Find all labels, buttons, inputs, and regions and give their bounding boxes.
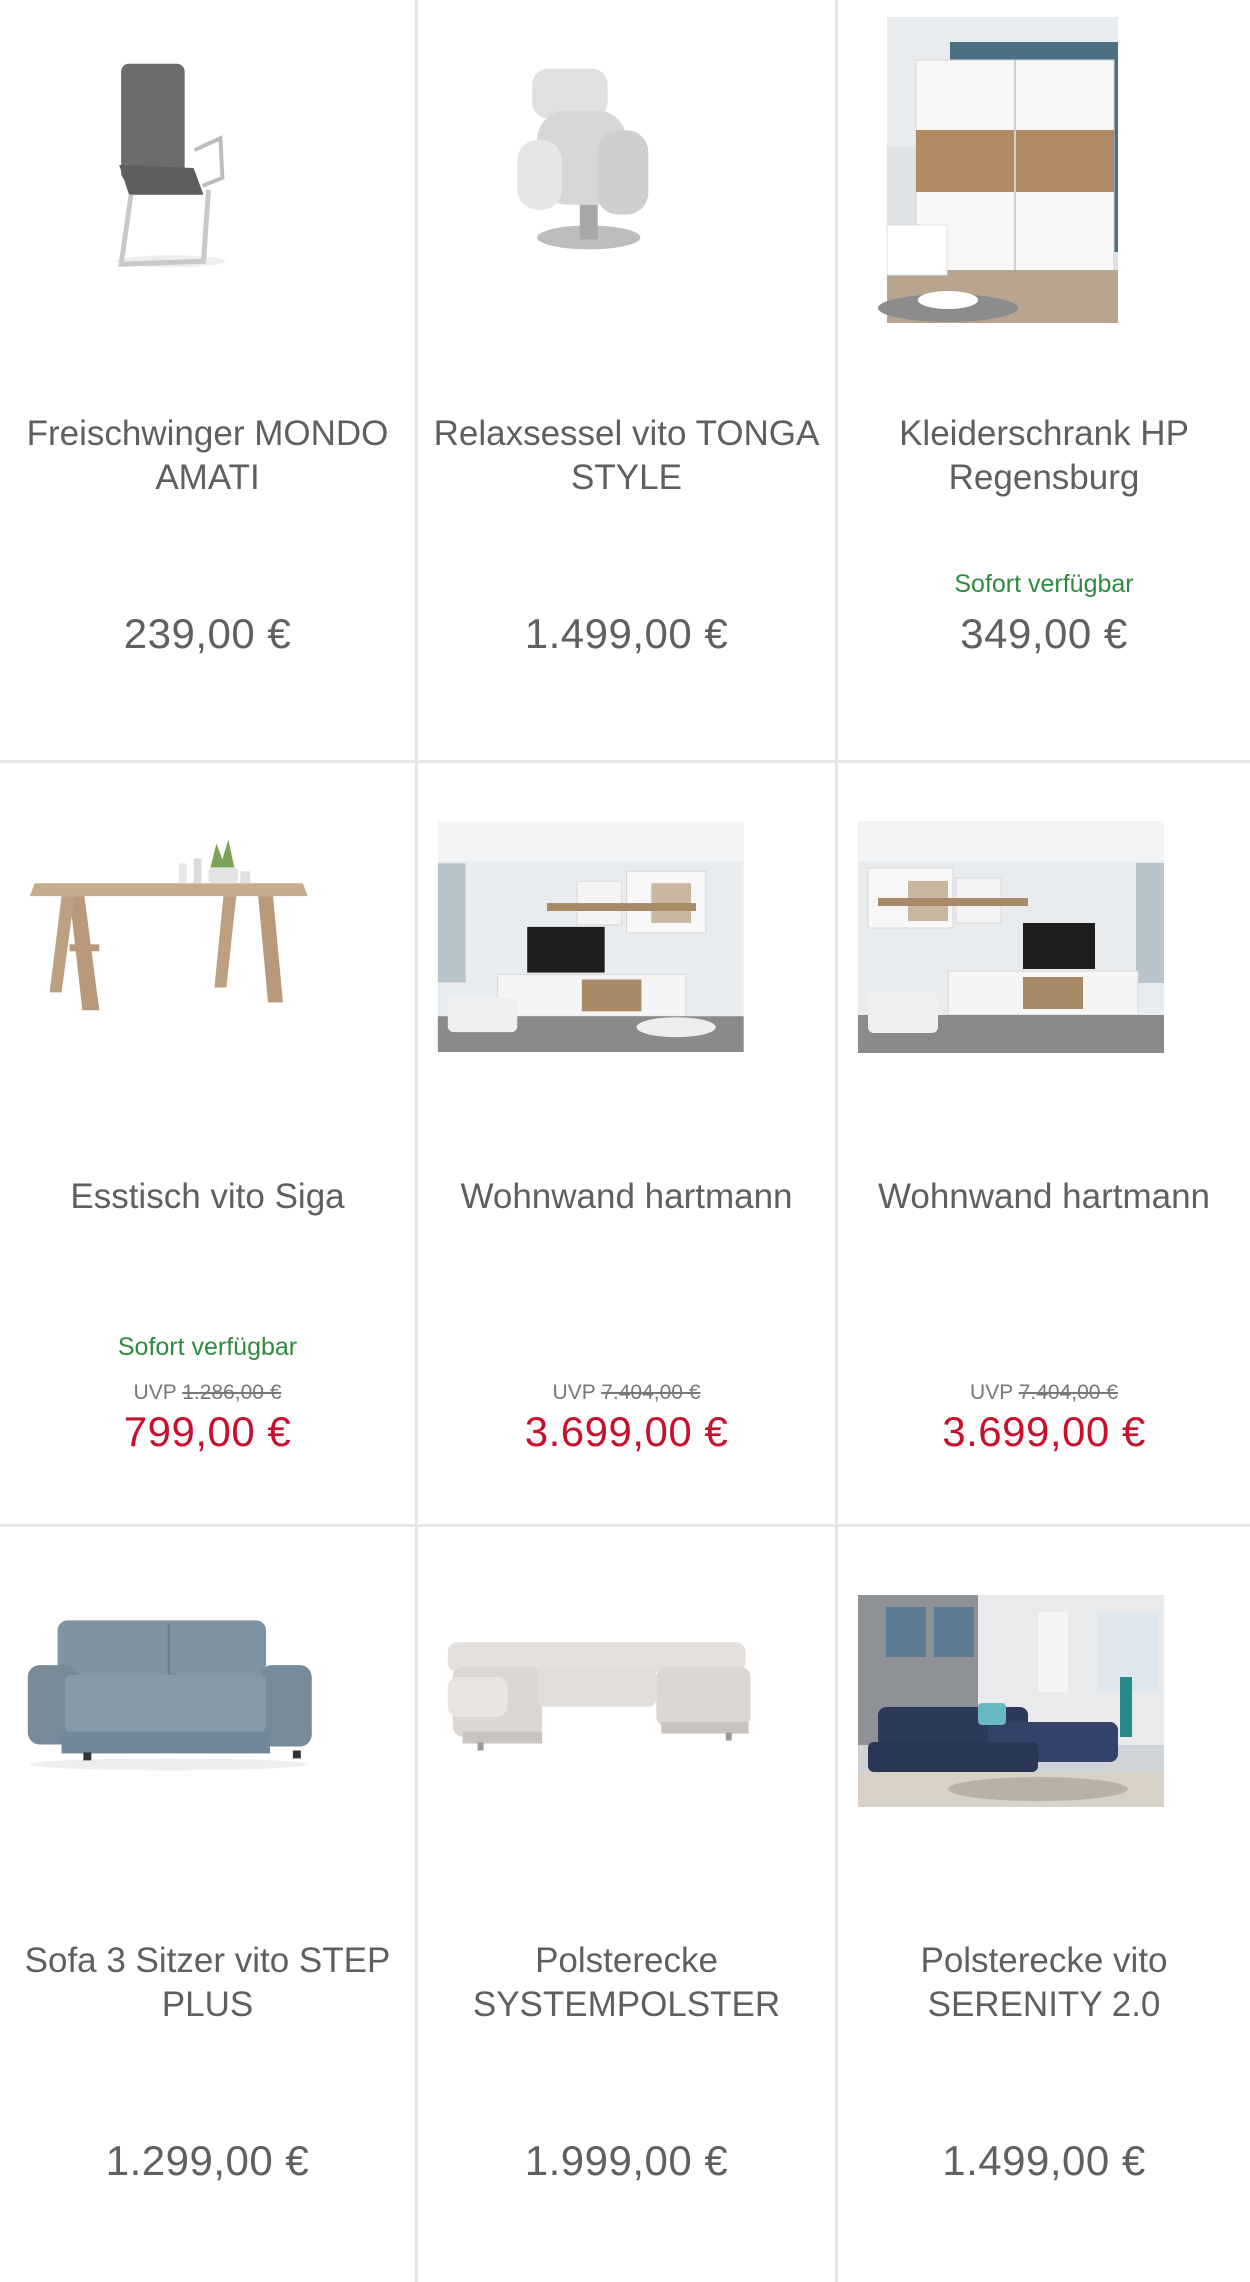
uvp-old-price: 7.404,00 € <box>601 1381 701 1404</box>
product-card[interactable]: Polsterecke vito SERENITY 2.0 1.499,00 € <box>838 1527 1250 2282</box>
product-name[interactable]: Polsterecke vito SERENITY 2.0 <box>848 1939 1240 2027</box>
cantilever-chair-image <box>116 63 226 268</box>
dining-table-image <box>29 839 308 1011</box>
product-price: 1.499,00 € <box>524 610 729 657</box>
product-image[interactable] <box>418 0 835 380</box>
uvp-price: UVP 7.404,00 € <box>418 1381 835 1405</box>
corner-sofa-room-image <box>858 1595 1164 1807</box>
product-price: 1.999,00 € <box>524 2137 729 2184</box>
product-card[interactable]: Sofa 3 Sitzer vito STEP PLUS 1.299,00 € <box>0 1527 418 2282</box>
product-image[interactable] <box>418 1527 835 1907</box>
product-image[interactable] <box>0 0 415 380</box>
wall-unit-room-image <box>858 821 1164 1053</box>
product-image[interactable] <box>838 763 1250 1143</box>
product-price: 239,00 € <box>123 610 292 657</box>
availability-label: Sofort verfügbar <box>954 570 1134 598</box>
product-image[interactable] <box>0 1527 415 1907</box>
availability-label: Sofort verfügbar <box>117 1333 298 1361</box>
product-grid: Freischwinger MONDO AMATI 239,00 € Relax… <box>0 0 1250 2282</box>
product-name[interactable]: Relaxsessel vito TONGA STYLE <box>428 412 825 500</box>
sale-price: 799,00 € <box>123 1408 292 1455</box>
uvp-old-price: 1.286,00 € <box>182 1381 282 1404</box>
product-name[interactable]: Sofa 3 Sitzer vito STEP PLUS <box>10 1939 405 2027</box>
product-price: 1.499,00 € <box>942 2137 1146 2184</box>
wall-unit-room-image <box>437 821 744 1052</box>
sale-price: 3.699,00 € <box>524 1408 729 1455</box>
uvp-label: UVP <box>970 1381 1013 1404</box>
uvp-label: UVP <box>133 1381 177 1404</box>
product-name[interactable]: Esstisch vito Siga <box>10 1175 405 1219</box>
product-image[interactable] <box>838 1527 1250 1907</box>
product-card[interactable]: Wohnwand hartmann UVP 7.404,00 € 3.699,0… <box>838 763 1250 1527</box>
product-image[interactable] <box>0 763 415 1143</box>
uvp-price: UVP 1.286,00 € <box>0 1381 415 1405</box>
product-name[interactable]: Freischwinger MONDO AMATI <box>10 412 405 500</box>
product-name[interactable]: Wohnwand hartmann <box>848 1175 1240 1219</box>
product-price: 349,00 € <box>960 610 1128 657</box>
product-price: 1.299,00 € <box>105 2137 310 2184</box>
product-card[interactable]: Esstisch vito Siga Sofort verfügbar UVP … <box>0 763 418 1527</box>
product-name[interactable]: Wohnwand hartmann <box>428 1175 825 1219</box>
sliding-wardrobe-image <box>878 17 1118 323</box>
product-name[interactable]: Kleiderschrank HP Regensburg <box>848 412 1240 500</box>
product-card[interactable]: Kleiderschrank HP Regensburg Sofort verf… <box>838 0 1250 763</box>
u-shaped-corner-sofa-image <box>447 1642 751 1751</box>
product-card[interactable]: Relaxsessel vito TONGA STYLE 1.499,00 € <box>418 0 838 763</box>
sale-price: 3.699,00 € <box>942 1408 1146 1455</box>
three-seater-sofa-image <box>27 1620 312 1771</box>
product-card[interactable]: Freischwinger MONDO AMATI 239,00 € <box>0 0 418 763</box>
uvp-price: UVP 7.404,00 € <box>838 1381 1250 1405</box>
product-name[interactable]: Polsterecke SYSTEMPOLSTER <box>428 1939 825 2027</box>
product-image[interactable] <box>418 763 835 1143</box>
recliner-armchair-image <box>517 68 649 250</box>
uvp-old-price: 7.404,00 € <box>1018 1381 1118 1404</box>
product-card[interactable]: Polsterecke SYSTEMPOLSTER 1.999,00 € <box>418 1527 838 2282</box>
uvp-label: UVP <box>552 1381 596 1404</box>
product-card[interactable]: Wohnwand hartmann UVP 7.404,00 € 3.699,0… <box>418 763 838 1527</box>
product-image[interactable] <box>838 0 1250 380</box>
